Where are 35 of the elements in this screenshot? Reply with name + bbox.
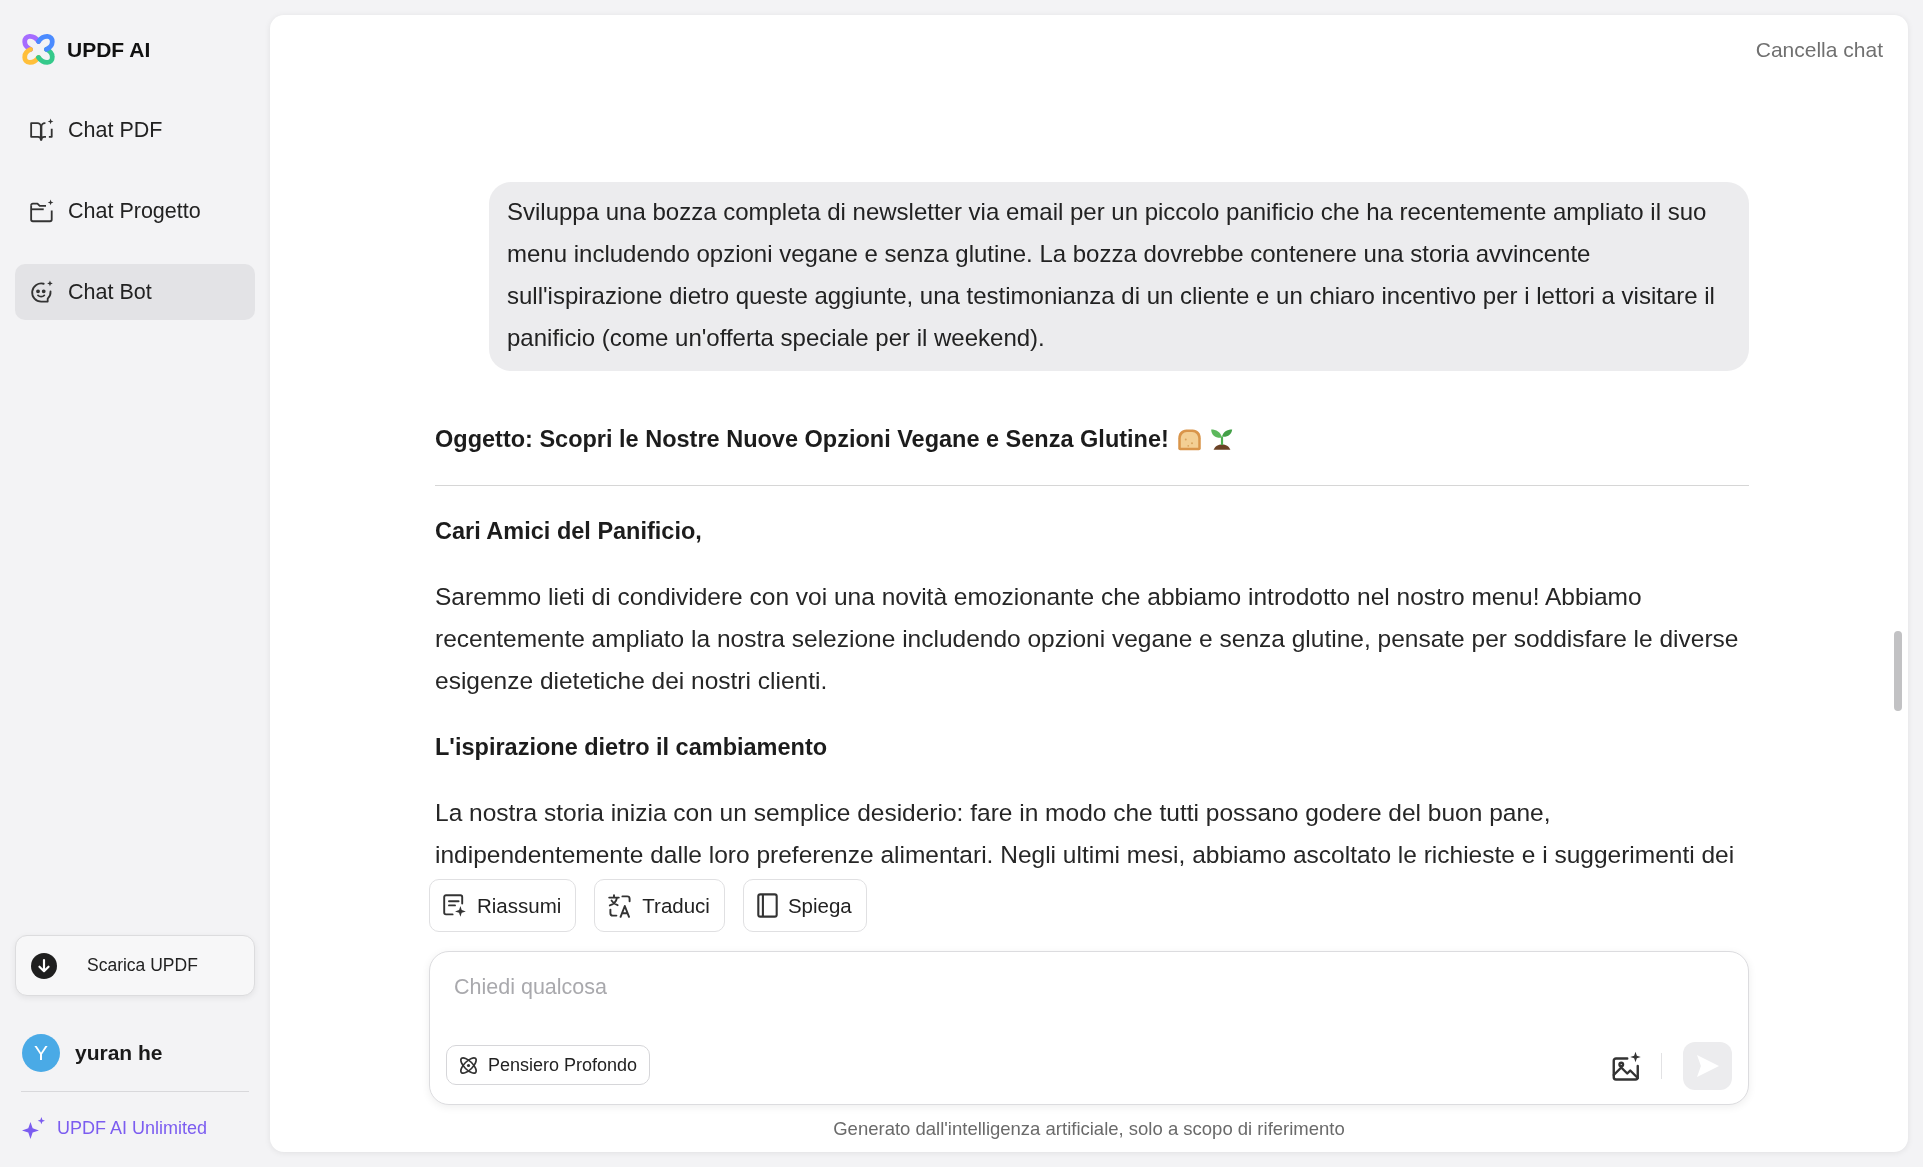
disclaimer-text: Generato dall'intelligenza artificiale, solo a scopo di riferimento [833,1117,1345,1140]
quick-action-button[interactable]: Riassumi [429,879,577,932]
book-icon [756,893,778,918]
seedling-icon [1209,427,1234,451]
quick-action-button[interactable]: Spiega [742,879,867,932]
user-avatar: Y [22,1034,60,1072]
clear-chat-link[interactable]: Cancella chat [1755,38,1883,62]
sidebar-item[interactable]: Chat Progetto [15,183,255,239]
sidebar-item[interactable]: Chat PDF [15,102,255,158]
section-heading: L'ispirazione dietro il cambiamento [435,733,829,762]
download-icon [31,952,57,979]
message-paragraph: La nostra storia inizia con un semplice desiderio: fare in modo che tutti possano godere del buon pane, indipendentemente dalle loro preferenze alimentari. Negli ultimi mesi, abbiamo ascoltato le richieste e i suggerimenti dei [435,798,1736,870]
message-paragraph: Saremmo lieti di condividere con voi una novità emozionante che abbiamo introdotto nel nostro menu! Abbiamo recentemente ampliato la nostra selezione includendo opzioni vegane e senza glutine, pensate per soddisfare le diverse esigenze dietetiche dei nostri clienti. [435,582,1740,696]
sparkle-icon [22,1117,45,1139]
deep-think-button[interactable]: Pensiero Profondo [446,1045,651,1085]
subject-heading: Oggetto: Scopri le Nostre Nuove Opzioni Vegane e Senza Glutine! [435,425,1169,454]
document-sparkle-icon [443,893,467,918]
section-heading: Cari Amici del Panificio, [435,517,703,546]
bread-icon [1176,427,1202,451]
folder-sparkle-icon [30,199,54,223]
message-input[interactable]: Chiedi qualcosa [454,972,1724,1004]
user-name: yuran he [75,1041,163,1065]
image-add-icon[interactable] [1612,1051,1641,1081]
plan-link[interactable]: UPDF AI Unlimited [57,1117,208,1139]
logo-icon [22,34,55,66]
translate-icon [608,893,633,918]
sidebar-item[interactable]: Chat Bot [15,264,255,320]
smiley-chat-icon [30,279,54,305]
book-sparkle-icon [30,118,54,142]
app-title: UPDF AI [67,38,151,62]
atom-icon [458,1054,479,1076]
scrollbar-thumb[interactable] [1894,631,1902,711]
user-message: Sviluppa una bozza completa di newsletter via email per un piccolo panificio che ha recentemente ampliato il suo menu includendo opzioni vegane e senza glutine. La bozza dovrebbe contenere una storia avvincente sull'ispirazione dietro queste aggiunte, una testimonianza di un cliente e un chiaro incentivo per i lettori a visitare il panificio (come un'offerta speciale per il weekend). [489,182,1749,371]
download-button[interactable]: Scarica UPDF [15,935,255,996]
quick-action-button[interactable]: Traduci [594,879,725,932]
